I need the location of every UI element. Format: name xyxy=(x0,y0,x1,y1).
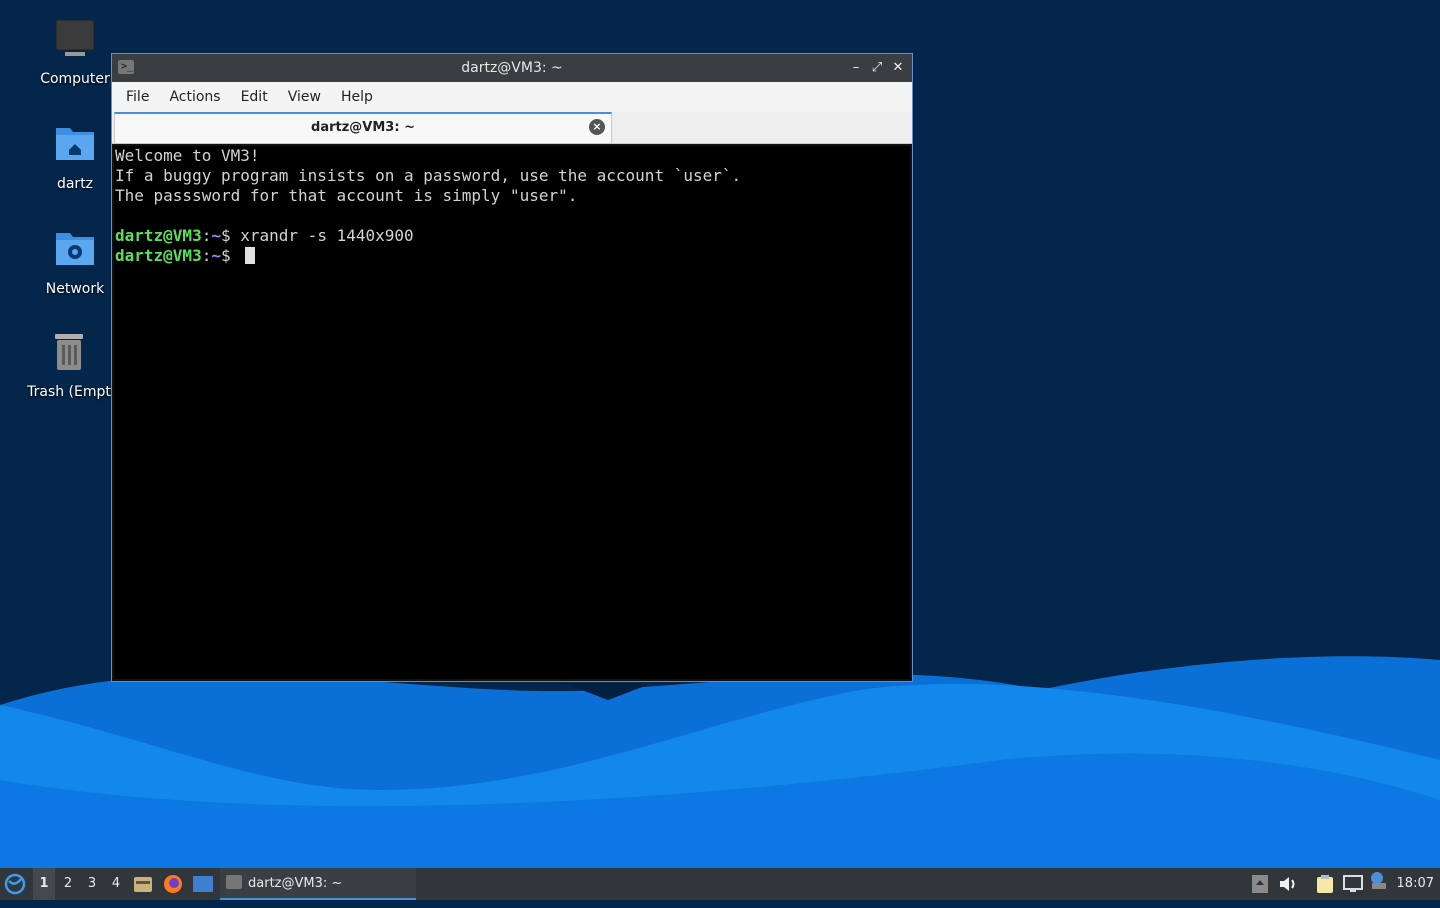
network-icon xyxy=(1343,875,1363,892)
close-button[interactable]: ✕ xyxy=(888,54,908,82)
terminal-line: If a buggy program insists on a password… xyxy=(115,166,742,185)
menu-edit[interactable]: Edit xyxy=(231,89,278,105)
desktop-icon-label: Computer xyxy=(40,71,110,87)
prompt-separator: : xyxy=(201,246,212,265)
tab-bar: dartz@VM3: ~ × xyxy=(112,112,912,144)
start-menu-button[interactable] xyxy=(4,868,28,900)
terminal-line: The passsword for that account is simply… xyxy=(115,186,578,205)
computer-icon xyxy=(55,19,95,56)
taskbar: 1 2 3 4 dartz@VM3: ~ 18:07 xyxy=(0,868,1440,900)
prompt-user: dartz@VM3 xyxy=(115,226,202,245)
taskbar-task-terminal[interactable]: dartz@VM3: ~ xyxy=(220,868,416,900)
menu-actions[interactable]: Actions xyxy=(159,89,230,105)
desktop-icon-label: Network xyxy=(45,281,105,297)
desktop-icon-label: dartz xyxy=(56,176,94,192)
window-titlebar[interactable]: >_ dartz@VM3: ~ – ⤢ ✕ xyxy=(112,54,912,82)
desktop-icon-label: Trash (Empt xyxy=(27,384,111,400)
home-folder-icon xyxy=(56,128,94,160)
desktop-icon-network[interactable]: Network xyxy=(25,227,125,297)
terminal-window[interactable]: >_ dartz@VM3: ~ – ⤢ ✕ File Actions Edit … xyxy=(111,53,913,682)
network-folder-icon xyxy=(56,233,94,265)
terminal-output[interactable]: Welcome to VM3! If a buggy program insist… xyxy=(114,146,910,679)
terminal-current-prompt: dartz@VM3:~$ xyxy=(115,246,910,266)
notification-icon xyxy=(1371,872,1386,889)
volume-icon xyxy=(1280,877,1295,891)
tray-network[interactable] xyxy=(1343,868,1363,900)
command-text: xrandr -s 1440x900 xyxy=(240,226,414,245)
desktop-icon xyxy=(193,876,213,892)
window-title: dartz@VM3: ~ xyxy=(461,60,563,76)
menu-help[interactable]: Help xyxy=(331,89,383,105)
prompt-dollar: $ xyxy=(220,226,241,245)
maximize-button[interactable]: ⤢ xyxy=(867,54,887,82)
desktop-icon-computer[interactable]: Computer xyxy=(25,17,125,87)
tray-volume[interactable] xyxy=(1279,868,1299,900)
prompt-path: ~ xyxy=(211,226,221,245)
prompt-user: dartz@VM3 xyxy=(115,246,202,265)
clipboard-icon xyxy=(1317,875,1333,893)
menubar: File Actions Edit View Help xyxy=(112,82,912,112)
tray-updates[interactable] xyxy=(1252,868,1268,900)
tray-clipboard[interactable] xyxy=(1315,868,1335,900)
workspace-2[interactable]: 2 xyxy=(57,868,79,900)
file-manager-launcher[interactable] xyxy=(133,868,155,900)
notes-icon xyxy=(1252,875,1268,893)
tab-terminal[interactable]: dartz@VM3: ~ × xyxy=(114,112,612,143)
text-cursor xyxy=(245,247,256,264)
prompt-dollar: $ xyxy=(220,246,241,265)
prompt-path: ~ xyxy=(211,246,221,265)
workspace-4[interactable]: 4 xyxy=(105,868,127,900)
prompt-separator: : xyxy=(201,226,212,245)
terminal-app-icon: >_ xyxy=(118,60,134,74)
terminal-blank-line: ​ xyxy=(115,206,910,226)
workspace-1[interactable]: 1 xyxy=(33,868,55,900)
workspace-3[interactable]: 3 xyxy=(81,868,103,900)
firefox-launcher[interactable] xyxy=(163,868,185,900)
minimize-button[interactable]: – xyxy=(846,54,866,82)
menu-view[interactable]: View xyxy=(278,89,331,105)
task-label: dartz@VM3: ~ xyxy=(248,876,343,891)
file-manager-icon xyxy=(134,877,152,892)
clock[interactable]: 18:07 xyxy=(1397,868,1434,900)
firefox-icon xyxy=(164,875,182,893)
desktop-icon-home[interactable]: dartz xyxy=(25,122,125,192)
trash-icon xyxy=(55,334,83,370)
show-desktop-button[interactable] xyxy=(193,868,215,900)
terminal-task-icon xyxy=(226,875,242,889)
tab-label: dartz@VM3: ~ xyxy=(311,120,415,135)
tab-close-icon[interactable]: × xyxy=(589,119,605,135)
app-menu-icon xyxy=(4,873,26,895)
tray-notifications[interactable] xyxy=(1369,868,1389,900)
menu-file[interactable]: File xyxy=(116,89,159,105)
terminal-command-line: dartz@VM3:~$ xrandr -s 1440x900 xyxy=(115,226,910,246)
desktop-icon-trash[interactable]: Trash (Empt xyxy=(19,330,119,400)
terminal-line: Welcome to VM3! xyxy=(115,146,260,165)
